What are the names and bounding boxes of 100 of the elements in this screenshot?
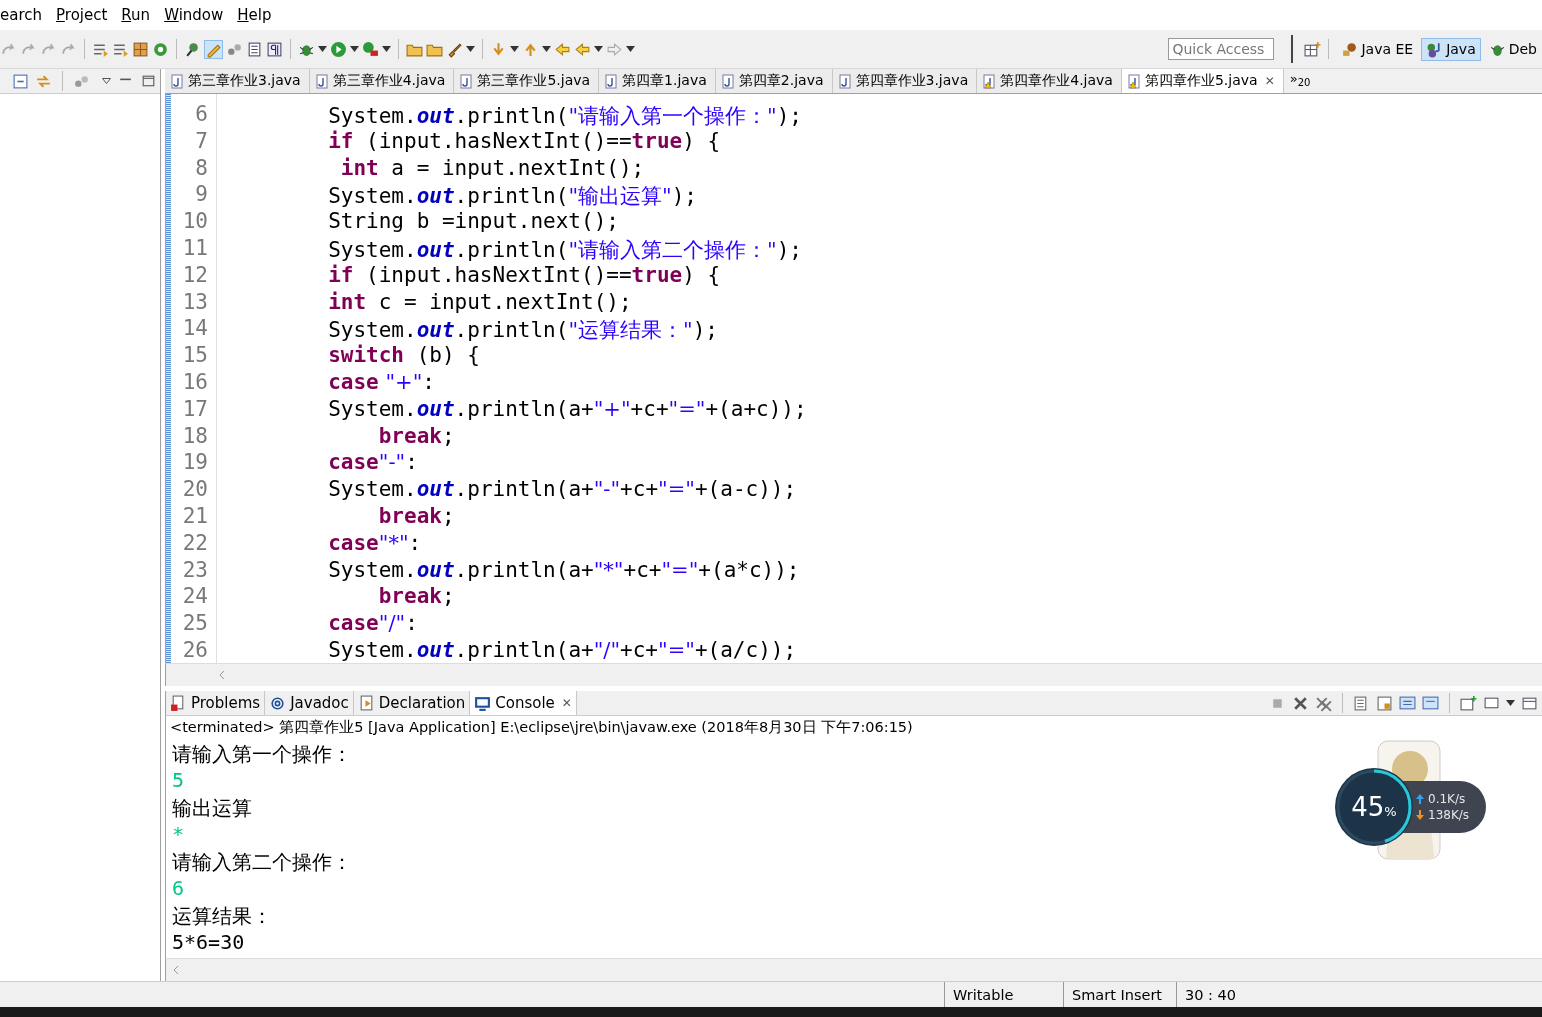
collapse-all-icon[interactable]	[12, 72, 29, 90]
at-sign-icon	[269, 694, 287, 712]
code-line: break;	[377, 423, 455, 450]
grid-icon[interactable]	[132, 40, 149, 58]
code-line: int c = input.nextInt();	[327, 289, 632, 316]
line-number: 9	[194, 182, 209, 209]
code-line: String b =input.next();	[327, 209, 619, 236]
view-tab[interactable]: Console ✕	[470, 691, 577, 715]
code-line: break;	[377, 503, 455, 530]
scroll-left-icon[interactable]	[172, 965, 180, 975]
console-line: 5	[172, 768, 185, 794]
code-line: System.out.println(a+"*"+c+"="+(a*c));	[327, 557, 800, 584]
line-number: 14	[181, 316, 209, 343]
console-header: <terminated> 第四章作业5 [Java Application] E:\eclipse\jre\bin\javaw.exe (2018年8月30日 下午7:06:15)	[165, 716, 1542, 739]
caret-icon[interactable]	[1506, 700, 1515, 706]
editor-tab[interactable]: 第四章2.java	[715, 69, 833, 93]
scroll-left-icon[interactable]	[218, 670, 226, 680]
menu-item[interactable]: Run	[121, 4, 151, 26]
code-line: if (input.hasNextInt()==true) {	[327, 128, 721, 155]
line-number: 6	[194, 102, 209, 128]
menu-item[interactable]: Help	[237, 4, 272, 26]
line-number: 25	[181, 611, 209, 638]
perspective-button[interactable]: Java	[1421, 37, 1481, 61]
editor-tab[interactable]: 第四章作业4.java	[977, 69, 1122, 93]
view-tab[interactable]: Javadoc	[265, 691, 354, 715]
line-number: 19	[181, 450, 209, 477]
view-tab[interactable]: Problems	[166, 691, 266, 715]
code-line: break;	[377, 584, 455, 611]
line-number: 23	[181, 557, 209, 584]
line-number: 22	[181, 530, 209, 557]
caret-icon[interactable]	[382, 46, 391, 52]
code-line: System.out.println(a+"+"+c+"="+(a+c));	[327, 396, 807, 423]
jee-perspective-icon	[1341, 40, 1359, 58]
run-config-icon[interactable]	[362, 40, 379, 58]
code-line: case"-":	[327, 450, 418, 477]
line-number: 17	[181, 396, 209, 423]
download-speed: 138K/s	[1428, 808, 1470, 822]
scroll-lock-icon[interactable]	[1376, 694, 1393, 712]
caret-icon[interactable]	[510, 46, 519, 52]
paragraph-icon[interactable]	[266, 40, 283, 58]
code-line: System.out.println("请输入第二个操作：");	[327, 237, 802, 263]
line-number: 20	[181, 477, 209, 504]
menu-item[interactable]: Project	[56, 4, 108, 26]
caret-icon[interactable]	[594, 46, 603, 52]
open-perspective-icon[interactable]	[1304, 40, 1322, 58]
console-line: 6	[172, 876, 185, 902]
line-number: 21	[181, 503, 209, 530]
caret-icon[interactable]	[318, 46, 327, 52]
code-line: case"*":	[327, 530, 422, 557]
run-icon[interactable]	[330, 40, 347, 58]
code-line: System.out.println("运算结果：");	[327, 317, 718, 344]
code-line: System.out.println(a+"-"+c+"="+(a-c));	[327, 477, 797, 504]
new-console-icon[interactable]	[1460, 694, 1477, 712]
usage-percent: 45%	[1351, 794, 1397, 820]
line-number: 15	[181, 343, 209, 370]
quick-access-field[interactable]: Quick Access	[1168, 38, 1275, 60]
pin-console-icon[interactable]	[1399, 694, 1416, 712]
display-console-icon[interactable]	[1422, 694, 1439, 712]
editor-tab[interactable]: 第三章作业5.java	[454, 69, 600, 93]
code-line: System.out.println("输出运算");	[327, 183, 697, 210]
code-line: if (input.hasNextInt()==true) {	[327, 262, 721, 289]
code-line: System.out.println(a+"/"+c+"="+(a/c));	[327, 637, 797, 663]
line-number: 7	[194, 128, 209, 155]
line-number: 11	[181, 236, 209, 262]
console-line: 请输入第二个操作：	[172, 849, 352, 876]
perspective-button[interactable]: Deb	[1483, 37, 1542, 61]
page-icon[interactable]	[246, 40, 263, 58]
editor-tab[interactable]: 第四章作业3.java	[832, 69, 978, 93]
console-line: *	[172, 822, 185, 848]
download-icon	[1416, 810, 1424, 820]
caret-icon[interactable]	[626, 46, 635, 52]
upload-icon	[1416, 794, 1424, 804]
editor-tab[interactable]: 第四章1.java	[599, 69, 716, 93]
editor-tab[interactable]: 第三章作业4.java	[309, 69, 455, 93]
console-line: 运算结果：	[172, 903, 272, 930]
editor-tab[interactable]: 第三章作业3.java	[165, 69, 310, 93]
line-number: 26	[181, 637, 209, 663]
view-menu-icon[interactable]	[102, 78, 111, 84]
menu-item[interactable]: Window	[164, 4, 224, 26]
caret-icon[interactable]	[542, 46, 551, 52]
line-number: 12	[181, 262, 209, 289]
line-number: 18	[181, 423, 209, 450]
caret-icon[interactable]	[350, 46, 359, 52]
code-line: case "+":	[327, 369, 435, 396]
console-line: 输出运算	[172, 795, 252, 822]
close-icon[interactable]: ✕	[1264, 74, 1275, 88]
console-icon	[474, 694, 492, 712]
caret-icon[interactable]	[466, 46, 475, 52]
line-number: 16	[181, 369, 209, 396]
pin-icon[interactable]	[184, 40, 201, 58]
menu-item[interactable]: earch	[0, 4, 42, 26]
perspective-button[interactable]: Java EE	[1336, 37, 1419, 61]
code-line: switch (b) {	[327, 343, 480, 370]
close-icon[interactable]: ✕	[561, 696, 572, 710]
code-line: System.out.println("请输入第一个操作：");	[327, 103, 802, 129]
console-line: 请输入第一个操作：	[172, 741, 352, 768]
editor-tab[interactable]: 第四章作业5.java ✕	[1121, 69, 1284, 93]
line-number: 10	[181, 209, 209, 236]
line-number: 8	[194, 155, 209, 182]
line-number: 13	[181, 289, 209, 316]
